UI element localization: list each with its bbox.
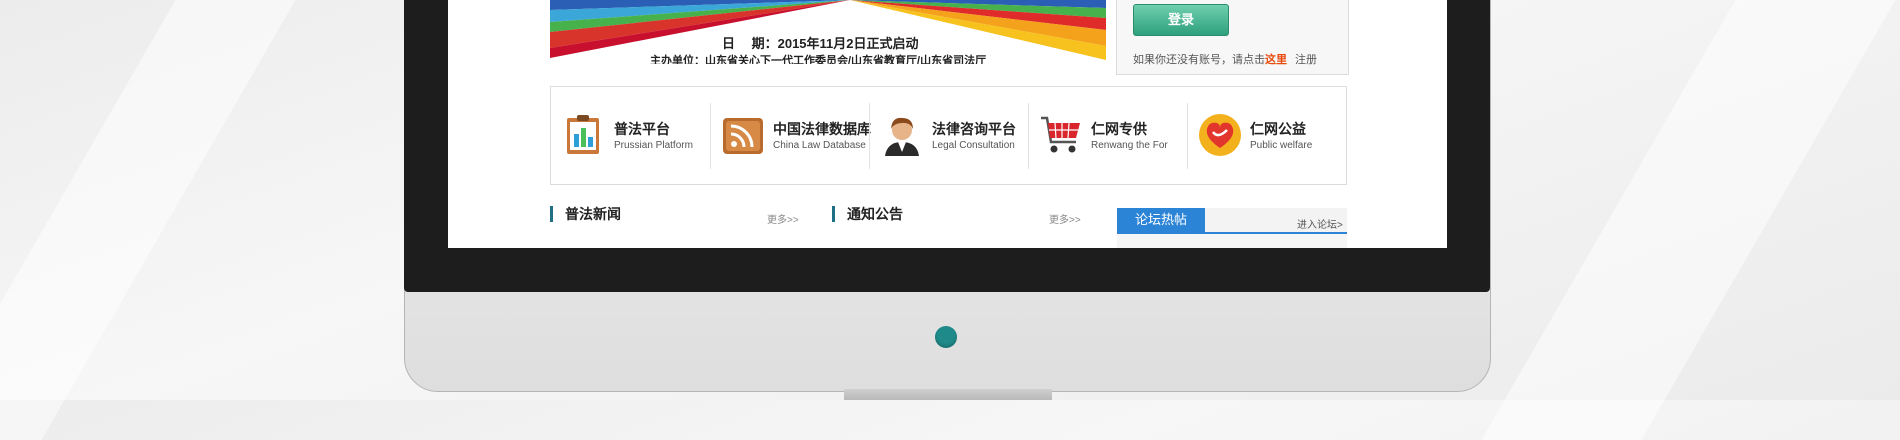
notice-section-title: 通知公告 bbox=[832, 206, 903, 222]
rss-feed-icon bbox=[723, 118, 763, 154]
monitor-stand bbox=[844, 389, 1052, 400]
login-panel: 登录 如果你还没有账号，请点击这里 注册 bbox=[1116, 0, 1349, 75]
notice-more-link[interactable]: 更多>> bbox=[1049, 211, 1081, 226]
tab-forum-hot-posts[interactable]: 论坛热帖 bbox=[1117, 208, 1205, 232]
nav-title: 普法平台 bbox=[614, 121, 670, 137]
power-button[interactable] bbox=[935, 326, 957, 348]
nav-public-welfare[interactable]: 仁网公益 Public welfare bbox=[1187, 87, 1346, 184]
register-hint-text: 如果你还没有账号，请点击 bbox=[1133, 54, 1265, 66]
register-here-link[interactable]: 这里 bbox=[1265, 54, 1287, 66]
heart-charity-icon bbox=[1199, 114, 1241, 156]
nav-title: 中国法律数据库 bbox=[773, 121, 871, 137]
consultant-avatar-icon bbox=[885, 117, 919, 156]
banner-date: 日 期：2015年11月2日正式启动 bbox=[722, 36, 919, 51]
clipboard-chart-icon bbox=[567, 115, 599, 154]
nav-subtitle: Renwang the For bbox=[1091, 140, 1168, 151]
news-section-title: 普法新闻 bbox=[550, 206, 621, 222]
forum-post-list bbox=[1117, 234, 1347, 248]
forum-enter-link[interactable]: 进入论坛> bbox=[1297, 216, 1343, 231]
background-stripe bbox=[0, 0, 319, 440]
website-screen: 日 期：2015年11月2日正式启动 主办单位：山东省关心下一代工作委员会/山东… bbox=[448, 0, 1447, 248]
event-banner[interactable]: 日 期：2015年11月2日正式启动 主办单位：山东省关心下一代工作委员会/山东… bbox=[550, 0, 1106, 64]
nav-subtitle: Legal Consultation bbox=[932, 140, 1015, 151]
service-navbar: 普法平台 Prussian Platform 中国法律数据库 China Law… bbox=[550, 86, 1347, 185]
register-hint: 如果你还没有账号，请点击这里 注册 bbox=[1133, 51, 1317, 67]
nav-prussian-platform[interactable]: 普法平台 Prussian Platform bbox=[551, 87, 710, 184]
register-link[interactable]: 注册 bbox=[1295, 54, 1317, 66]
login-button[interactable]: 登录 bbox=[1133, 4, 1229, 36]
nav-subtitle: Prussian Platform bbox=[614, 140, 693, 151]
nav-title: 仁网专供 bbox=[1091, 121, 1147, 137]
nav-renwang-store[interactable]: 仁网专供 Renwang the For bbox=[1028, 87, 1187, 184]
background-stripe bbox=[1481, 0, 1900, 440]
nav-subtitle: China Law Database bbox=[773, 140, 866, 151]
nav-subtitle: Public welfare bbox=[1250, 140, 1313, 151]
nav-title: 仁网公益 bbox=[1250, 121, 1306, 137]
nav-china-law-database[interactable]: 中国法律数据库 China Law Database bbox=[710, 87, 871, 184]
shopping-cart-icon bbox=[1041, 116, 1080, 153]
banner-organizer: 主办单位：山东省关心下一代工作委员会/山东省教育厅/山东省司法厅 bbox=[650, 55, 987, 64]
nav-legal-consultation[interactable]: 法律咨询平台 Legal Consultation bbox=[869, 87, 1028, 184]
news-more-link[interactable]: 更多>> bbox=[767, 211, 799, 226]
nav-title: 法律咨询平台 bbox=[932, 121, 1016, 137]
